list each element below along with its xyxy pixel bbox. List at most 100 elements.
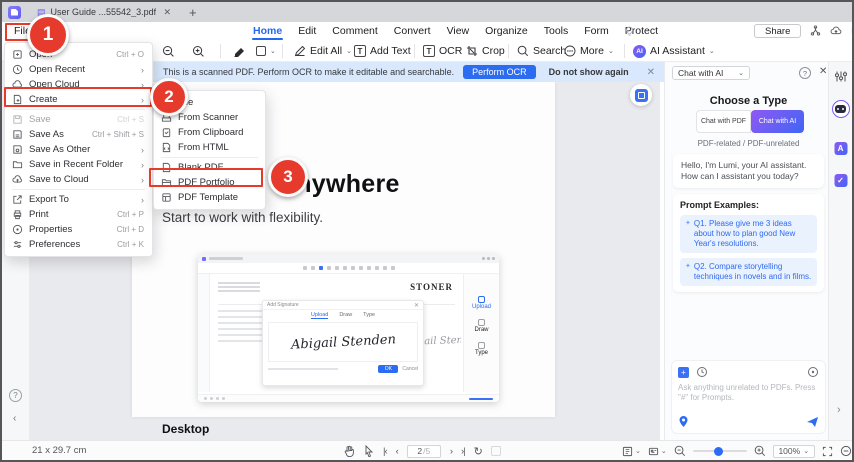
zoom-slider-thumb[interactable] [714, 447, 723, 456]
menu-item-print[interactable]: PrintCtrl + P [5, 207, 152, 222]
menu-item-open[interactable]: OpenCtrl + O [5, 47, 152, 62]
mock-cancel-button: Cancel [402, 366, 418, 372]
new-tab-button[interactable]: + [189, 5, 197, 20]
previous-page-icon[interactable]: ‹ [396, 446, 398, 457]
tab-close-icon[interactable]: ✕ [163, 7, 171, 18]
chat-with-ai-option[interactable]: Chat with AI [751, 110, 804, 133]
next-page-icon[interactable]: › [450, 446, 452, 457]
tab-edit[interactable]: Edit [297, 24, 317, 38]
menu-item-save-as-other[interactable]: Save As Other› [5, 142, 152, 157]
tab-home[interactable]: Home [252, 24, 283, 38]
zoom-out-icon[interactable] [674, 445, 686, 457]
chat-type-subtitle: PDF-related / PDF-unrelated [665, 139, 832, 148]
chevron-down-icon: ⌄ [738, 69, 744, 77]
menu-item-save-in-recent-folder[interactable]: Save in Recent Folder› [5, 157, 152, 172]
submenu-item-pdf-portfolio[interactable]: PDF Portfolio [154, 175, 265, 190]
history-clock-icon[interactable] [696, 366, 708, 378]
sliders-icon[interactable] [834, 70, 847, 83]
collapse-left-icon[interactable]: ‹ [13, 413, 16, 424]
menu-item-save[interactable]: SaveCtrl + S [5, 112, 152, 127]
add-text-button[interactable]: T Add Text [354, 40, 411, 62]
todo-check-icon[interactable]: ✓ [834, 174, 847, 187]
sparkle-icon: ✦ [685, 219, 691, 249]
page-layout-icon[interactable]: ⌄ [622, 446, 641, 457]
crop-button[interactable]: Crop [466, 40, 505, 62]
search-button[interactable]: Search [517, 40, 566, 62]
ai-assistant-button[interactable]: AI AI Assistant⌄ [633, 40, 715, 62]
zoom-in-tool-icon[interactable] [192, 40, 205, 62]
chat-with-pdf-option[interactable]: Chat with PDF [696, 110, 751, 133]
image-icon [635, 89, 648, 102]
chevron-right-icon: › [141, 80, 144, 90]
first-page-icon[interactable]: |‹ [383, 446, 387, 457]
menu-item-save-as[interactable]: Save AsCtrl + Shift + S [5, 127, 152, 142]
tab-convert[interactable]: Convert [393, 24, 432, 38]
collapse-panel-icon[interactable]: › [837, 404, 841, 416]
fullscreen-icon[interactable] [822, 446, 833, 457]
ai-robot-icon[interactable] [832, 100, 850, 118]
chevron-right-icon: › [141, 145, 144, 155]
translate-icon[interactable]: A [834, 142, 847, 155]
zoom-slider[interactable] [693, 450, 747, 452]
ai-help-icon[interactable]: ? [799, 67, 811, 79]
help-icon[interactable]: ? [9, 389, 22, 402]
more-dots-icon [564, 45, 576, 57]
ai-mode-select[interactable]: Chat with AI⌄ [672, 66, 750, 80]
menu-separator [161, 157, 258, 158]
location-pin-icon[interactable] [678, 415, 689, 428]
menu-item-open-recent[interactable]: Open Recent› [5, 62, 152, 77]
share-nodes-icon[interactable] [810, 25, 821, 36]
send-icon[interactable] [806, 416, 819, 428]
select-tool-icon[interactable] [364, 445, 374, 457]
menu-item-create[interactable]: Create› [5, 92, 152, 107]
edit-all-button[interactable]: Edit All⌄ [294, 40, 352, 62]
page-number-box[interactable]: 2/5 [407, 445, 441, 458]
properties-icon [12, 224, 23, 235]
ocr-button[interactable]: T OCR [423, 40, 462, 62]
ai-close-icon[interactable]: ✕ [819, 66, 827, 77]
rotate-page-icon[interactable]: ↻ [474, 445, 482, 458]
cloud-upload-icon[interactable] [830, 25, 842, 36]
tab-organize[interactable]: Organize [484, 24, 529, 38]
menu-item-save-to-cloud[interactable]: Save to Cloud› [5, 172, 152, 187]
last-page-icon[interactable]: ›| [461, 446, 465, 457]
perform-ocr-button[interactable]: Perform OCR [463, 65, 536, 79]
zoom-out-tool-icon[interactable] [162, 40, 175, 62]
submenu-item-from-clipboard[interactable]: From Clipboard [154, 125, 265, 140]
chevron-down-icon: ⌄ [661, 447, 667, 455]
prompt-example-2[interactable]: ✦Q2. Compare storytelling techniques in … [680, 258, 817, 286]
hand-tool-icon[interactable] [344, 445, 355, 457]
tab-view[interactable]: View [446, 24, 471, 38]
target-icon[interactable] [807, 366, 819, 378]
tab-form[interactable]: Form [583, 24, 610, 38]
read-mode-icon[interactable]: ⌄ [648, 446, 667, 457]
highlighter-icon[interactable] [232, 40, 246, 62]
right-sidebar: A ✓ › [828, 62, 852, 440]
snapshot-widget[interactable] [630, 84, 652, 106]
menu-item-properties[interactable]: PropertiesCtrl + D [5, 222, 152, 237]
ai-input[interactable]: Ask anything unrelated to PDFs. Press "#… [678, 383, 819, 403]
prompt-example-1[interactable]: ✦Q1. Please give me 3 ideas about how to… [680, 215, 817, 253]
zoom-level-select[interactable]: 100%⌄ [773, 445, 815, 458]
app-window: ▤ User Guide ...55542_3.pdf ✕ + File Hom… [0, 0, 854, 462]
more-button[interactable]: More⌄ [564, 40, 614, 62]
submenu-item-from-html[interactable]: From HTML [154, 140, 265, 155]
create-icon [12, 94, 23, 105]
dont-show-again-button[interactable]: Do not show again [549, 67, 629, 77]
shape-tool[interactable]: ⌄ [256, 40, 276, 62]
submenu-item-blank-pdf[interactable]: Blank PDF [154, 160, 265, 175]
tab-comment[interactable]: Comment [331, 24, 379, 38]
share-button[interactable]: Share [754, 24, 801, 38]
submenu-item-pdf-template[interactable]: PDF Template [154, 190, 265, 205]
whats-new-icon[interactable] [624, 26, 635, 37]
zoom-in-icon[interactable] [754, 445, 766, 457]
tab-tools[interactable]: Tools [543, 24, 570, 38]
notification-close-icon[interactable]: ✕ [647, 67, 655, 78]
menu-item-preferences[interactable]: PreferencesCtrl + K [5, 237, 152, 252]
top-right-icons [810, 25, 854, 36]
collapse-bar-icon[interactable] [840, 445, 852, 457]
menu-item-open-cloud[interactable]: Open Cloud› [5, 77, 152, 92]
notification-message: This is a scanned PDF. Perform OCR to ma… [163, 67, 454, 77]
attach-page-icon[interactable] [678, 367, 689, 378]
menu-item-export-to[interactable]: Export To› [5, 192, 152, 207]
